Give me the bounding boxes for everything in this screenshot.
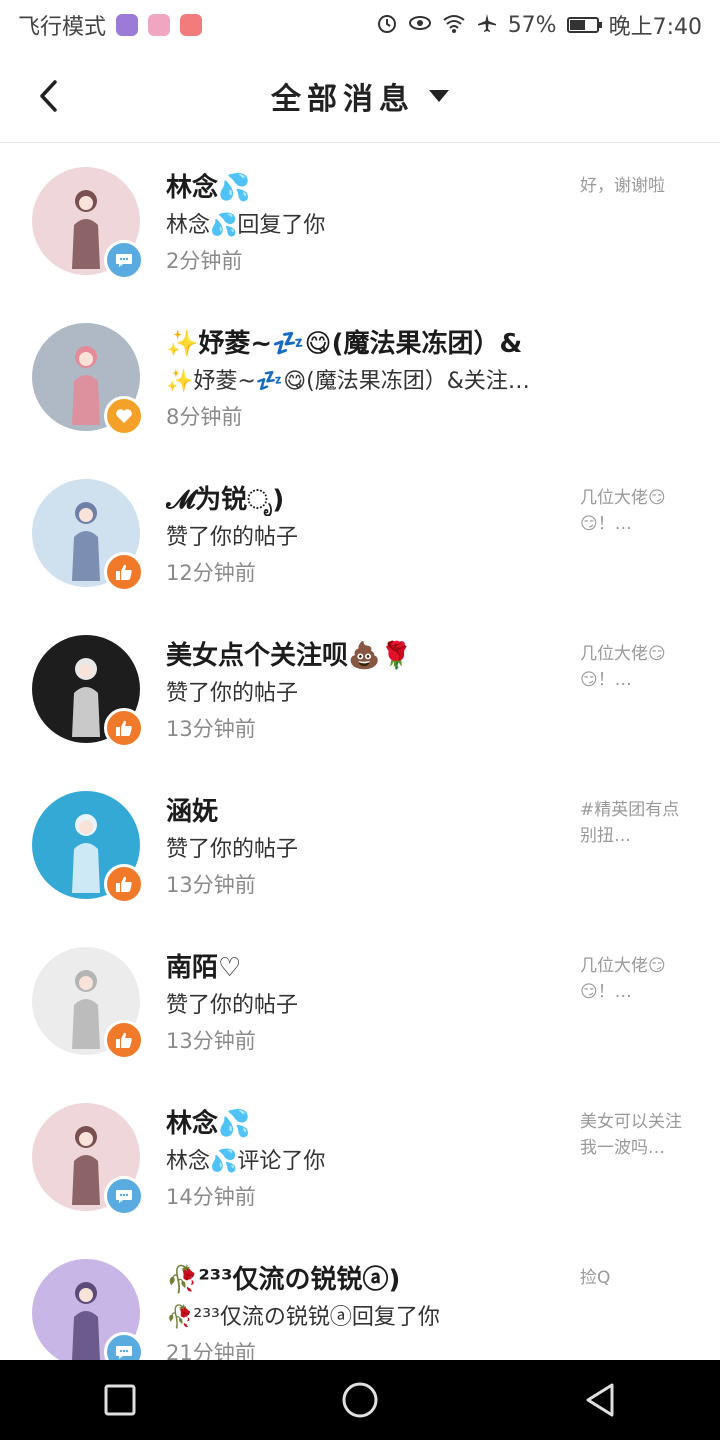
like-badge <box>104 552 144 592</box>
sender-name[interactable]: 南陌♡ <box>166 947 566 984</box>
message-item[interactable]: 🥀²³³仅流の锐锐ⓐ) 🥀²³³仅流の锐锐ⓐ回复了你 21分钟前 捡Q <box>0 1235 720 1360</box>
avatar-figure <box>72 346 100 425</box>
heart-icon <box>114 406 134 426</box>
heart-badge <box>104 396 144 436</box>
message-item[interactable]: 涵妩赞了你的帖子 13分钟前 #精英团有点别扭… <box>0 767 720 923</box>
thumbs-up-icon <box>114 562 134 582</box>
airplane-icon <box>476 12 498 39</box>
sender-name[interactable]: 𝓜为锐ೃ) <box>166 479 566 516</box>
avatar-figure <box>72 1126 100 1205</box>
battery-level <box>569 20 585 30</box>
timestamp: 13分钟前 <box>166 873 256 897</box>
caret-down-icon <box>429 90 449 102</box>
message-action: 🥀²³³仅流の锐锐ⓐ回复了你 <box>166 1305 440 1330</box>
post-preview[interactable]: 捡Q <box>580 1265 688 1291</box>
like-badge <box>104 864 144 904</box>
message-list[interactable]: 林念💦 林念💦回复了你 2分钟前 好，谢谢啦 ✨妤菱~💤😋(魔法果冻团）& ✨妤菱~💤😋(… <box>0 143 720 1360</box>
wifi-icon <box>442 12 466 39</box>
sender-name[interactable]: 涵妩 <box>166 791 566 828</box>
timestamp: 8分钟前 <box>166 405 243 429</box>
message-action: 赞了你的帖子 <box>166 993 299 1018</box>
post-preview[interactable]: 几位大佬😏😏！… <box>580 641 688 693</box>
triangle-back-icon <box>586 1383 614 1417</box>
message-item[interactable]: 南陌♡ 赞了你的帖子 13分钟前 几位大佬😏😏！… <box>0 923 720 1079</box>
page-title: 全部消息 <box>271 82 415 117</box>
header: 全部消息 <box>0 50 720 143</box>
avatar-figure <box>72 502 100 581</box>
sender-name[interactable]: 林念💦 <box>166 167 566 204</box>
circle-icon <box>342 1382 378 1418</box>
sender-name[interactable]: 🥀²³³仅流の锐锐ⓐ) <box>166 1259 566 1296</box>
message-item[interactable]: 𝓜为锐ೃ) 赞了你的帖子 12分钟前 几位大佬😏😏！… <box>0 455 720 611</box>
status-bar: 飞行模式 57% 晚上7:40 <box>0 0 720 50</box>
post-preview[interactable]: #精英团有点别扭… <box>580 797 688 849</box>
comment-badge <box>104 240 144 280</box>
status-bar-left: 飞行模式 <box>18 9 203 41</box>
thumbs-up-icon <box>114 1030 134 1050</box>
thumbs-up-icon <box>114 718 134 738</box>
post-preview[interactable]: 几位大佬😏😏！… <box>580 953 688 1005</box>
message-action: ✨妤菱~💤😋(魔法果冻团）&关注… <box>166 369 530 394</box>
sender-name[interactable]: ✨妤菱~💤😋(魔法果冻团）& <box>166 323 566 360</box>
avatar-figure <box>72 190 100 269</box>
message-action: 林念💦评论了你 <box>166 1149 326 1174</box>
timestamp: 2分钟前 <box>166 249 243 273</box>
timestamp: 21分钟前 <box>166 1341 256 1360</box>
app-icon-2 <box>148 14 171 36</box>
comment-badge <box>104 1176 144 1216</box>
system-back-button[interactable] <box>560 1360 640 1440</box>
post-preview[interactable]: 几位大佬😏😏！… <box>580 485 688 537</box>
message-item[interactable]: ✨妤菱~💤😋(魔法果冻团）& ✨妤菱~💤😋(魔法果冻团）&关注… 8分钟前 <box>0 299 720 455</box>
message-action: 赞了你的帖子 <box>166 837 299 862</box>
like-badge <box>104 708 144 748</box>
comment-icon <box>114 250 134 270</box>
timestamp: 13分钟前 <box>166 1029 256 1053</box>
sender-name[interactable]: 林念💦 <box>166 1103 566 1140</box>
post-preview[interactable]: 好，谢谢啦 <box>580 173 688 199</box>
status-bar-right: 57% 晚上7:40 <box>376 9 702 41</box>
message-action: 赞了你的帖子 <box>166 525 299 550</box>
message-item[interactable]: 美女点个关注呗💩🌹 赞了你的帖子 13分钟前 几位大佬😏😏！… <box>0 611 720 767</box>
app-icon-3 <box>180 14 203 36</box>
avatar-figure <box>72 658 100 737</box>
eye-icon <box>408 12 432 39</box>
airplane-mode-label: 飞行模式 <box>18 15 107 40</box>
recents-button[interactable] <box>80 1360 160 1440</box>
message-filter-dropdown[interactable]: 全部消息 <box>0 50 720 142</box>
app-screen: 飞行模式 57% 晚上7:40 全部消息 林念💦 林念💦回复了你 2分钟前 好，… <box>0 0 720 1440</box>
clock: 晚上7:40 <box>608 15 702 40</box>
message-item[interactable]: 林念💦 林念💦评论了你 14分钟前 美女可以关注我一波吗… <box>0 1079 720 1235</box>
message-action: 林念💦回复了你 <box>166 213 326 238</box>
alarm-icon <box>376 12 398 39</box>
square-icon <box>104 1384 136 1416</box>
home-button[interactable] <box>320 1360 400 1440</box>
thumbs-up-icon <box>114 874 134 894</box>
timestamp: 12分钟前 <box>166 561 256 585</box>
app-icon-1 <box>116 14 139 36</box>
comment-icon <box>114 1186 134 1206</box>
avatar-figure <box>72 814 100 893</box>
message-item[interactable]: 林念💦 林念💦回复了你 2分钟前 好，谢谢啦 <box>0 143 720 299</box>
avatar-figure <box>72 1282 100 1360</box>
like-badge <box>104 1020 144 1060</box>
post-preview[interactable]: 美女可以关注我一波吗… <box>580 1109 688 1161</box>
comment-badge <box>104 1332 144 1360</box>
battery-icon <box>566 17 602 33</box>
sender-name[interactable]: 美女点个关注呗💩🌹 <box>166 635 566 672</box>
comment-icon <box>114 1342 134 1360</box>
timestamp: 13分钟前 <box>166 717 256 741</box>
system-nav-bar <box>0 1360 720 1440</box>
timestamp: 14分钟前 <box>166 1185 256 1209</box>
message-action: 赞了你的帖子 <box>166 681 299 706</box>
avatar-figure <box>72 970 100 1049</box>
battery-percent: 57% <box>507 12 557 38</box>
